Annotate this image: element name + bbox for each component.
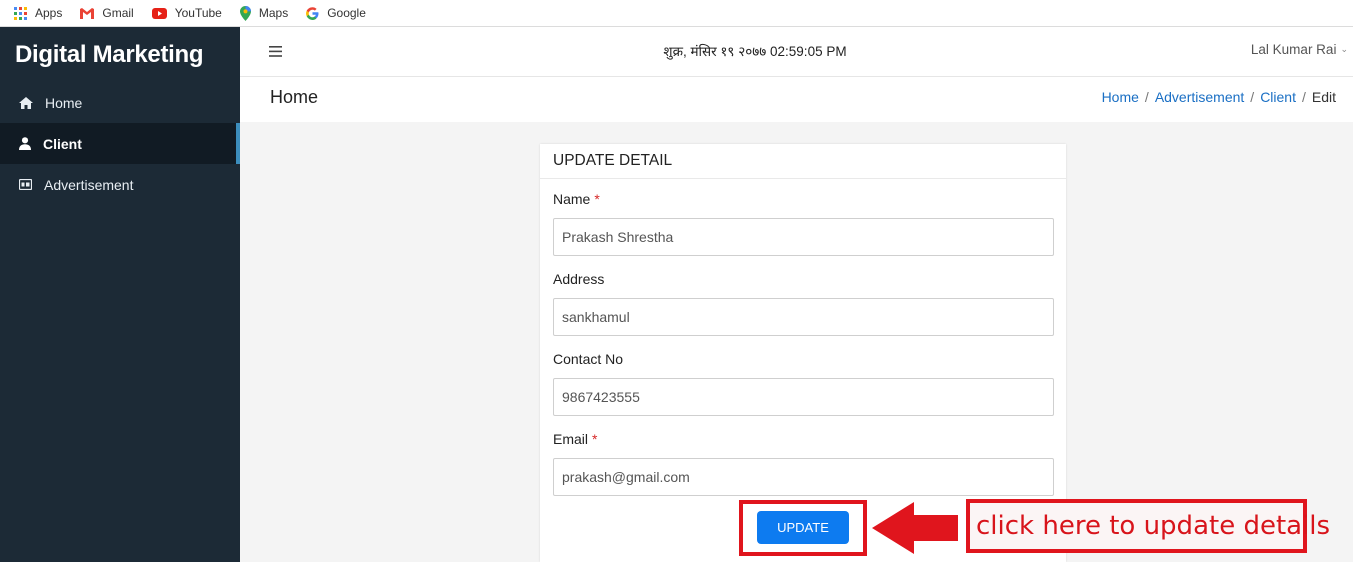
breadcrumb-separator: / [1144,89,1149,105]
sidebar-item-advertisement[interactable]: Advertisement [0,164,240,205]
sidebar-item-home[interactable]: Home [0,82,240,123]
sidebar: Digital Marketing Home Client Advertisem… [0,27,240,562]
google-icon [306,6,319,20]
breadcrumb-advertisement[interactable]: Advertisement [1155,89,1244,105]
email-label: Email * [553,431,597,447]
annotation-callout: click here to update details [966,499,1330,553]
email-label-text: Email [553,431,589,447]
card-title: UPDATE DETAIL [540,144,1066,179]
breadcrumb-home[interactable]: Home [1102,89,1139,105]
sidebar-item-label: Client [43,135,82,152]
content-header: Home Home / Advertisement / Client / Edi… [240,77,1353,122]
contact-label: Contact No [553,351,624,367]
sidebar-item-client[interactable]: Client [0,123,240,164]
user-icon [19,137,31,150]
breadcrumb-separator: / [1250,89,1255,105]
email-field[interactable] [553,458,1054,496]
breadcrumb-current: Edit [1311,89,1336,105]
bookmark-label: Google [327,6,366,20]
top-header: शुक्र, मंसिर १९ २०७७ 02:59:05 PM Lal Kum… [240,27,1353,77]
ad-icon [19,179,32,190]
user-menu[interactable]: Lal Kumar Rai ⌄ [1251,42,1348,57]
breadcrumb: Home / Advertisement / Client / Edit [1102,89,1336,105]
chevron-down-icon: ⌄ [1340,44,1348,54]
home-icon [19,96,33,109]
bookmark-label: Apps [35,6,63,20]
bookmark-youtube[interactable]: YouTube [151,6,222,20]
bookmark-maps[interactable]: Maps [239,5,289,21]
bookmark-label: Gmail [102,6,134,20]
gmail-icon [80,7,95,19]
apps-grid-icon [14,6,27,20]
current-datetime: शुक्र, मंसिर १९ २०७७ 02:59:05 PM [663,44,847,59]
bookmark-google[interactable]: Google [306,6,366,20]
name-field[interactable] [553,218,1054,256]
required-marker: * [592,431,598,447]
bookmark-label: YouTube [174,6,222,20]
required-marker: * [594,191,600,207]
contact-field[interactable] [553,378,1054,416]
arrow-left-icon [872,502,958,554]
youtube-icon [151,7,167,19]
user-name: Lal Kumar Rai [1250,42,1337,57]
page-title: Home [270,87,319,107]
highlight-box [739,500,867,556]
name-label: Name * [553,191,600,207]
breadcrumb-client[interactable]: Client [1260,89,1296,105]
bookmark-gmail[interactable]: Gmail [80,6,134,20]
sidebar-item-label: Home [45,94,83,111]
address-field[interactable] [553,298,1054,336]
brand-title[interactable]: Digital Marketing [0,27,240,82]
bookmarks-bar: Apps Gmail YouTube Maps Google [0,0,1353,27]
maps-pin-icon [239,5,251,21]
sidebar-item-label: Advertisement [44,176,134,193]
bookmark-apps[interactable]: Apps [14,6,62,20]
breadcrumb-separator: / [1301,89,1306,105]
address-label: Address [553,271,605,287]
name-label-text: Name [553,191,591,207]
bookmark-label: Maps [258,6,289,20]
